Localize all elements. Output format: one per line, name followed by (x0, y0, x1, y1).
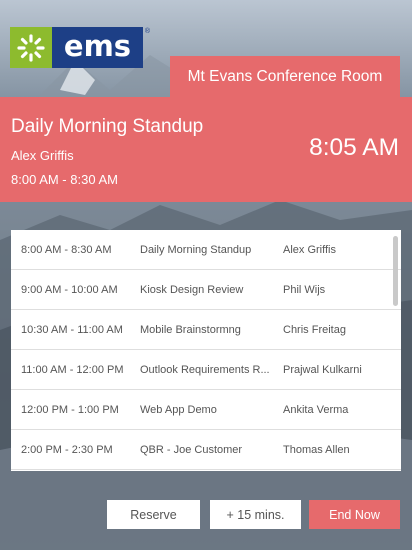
row-host: Phil Wijs (283, 284, 326, 296)
row-title: QBR - Joe Customer (140, 444, 243, 456)
end-now-button[interactable]: End Now (309, 500, 400, 529)
reserve-button[interactable]: Reserve (107, 500, 200, 529)
schedule-scrollbar[interactable] (393, 236, 398, 306)
extend-15-mins-button[interactable]: + 15 mins. (210, 500, 301, 529)
row-host: Prajwal Kulkarni (283, 364, 362, 376)
row-time: 10:30 AM - 11:00 AM (21, 324, 123, 336)
row-time: 2:00 PM - 2:30 PM (21, 444, 113, 456)
row-time: 12:00 PM - 1:00 PM (21, 404, 119, 416)
row-time: 8:00 AM - 8:30 AM (21, 244, 112, 256)
ems-wordmark: ems (52, 27, 143, 68)
current-meeting-title: Daily Morning Standup (11, 116, 204, 137)
row-host: Thomas Allen (283, 444, 350, 456)
row-title: Daily Morning Standup (140, 244, 252, 256)
row-host: Alex Griffis (283, 244, 336, 256)
schedule-row[interactable]: 8:00 AM - 8:30 AM Daily Morning Standup … (11, 230, 401, 270)
row-title: Outlook Requirements R... (140, 364, 270, 376)
row-time: 9:00 AM - 10:00 AM (21, 284, 118, 296)
current-meeting-banner: Daily Morning Standup Alex Griffis 8:00 … (0, 97, 412, 202)
schedule-row[interactable]: 10:30 AM - 11:00 AM Mobile Brainstormng … (11, 310, 401, 350)
schedule-list[interactable]: 8:00 AM - 8:30 AM Daily Morning Standup … (11, 230, 401, 471)
row-host: Chris Freitag (283, 324, 346, 336)
schedule-row[interactable]: 2:00 PM - 2:30 PM QBR - Joe Customer Tho… (11, 430, 401, 470)
row-host: Ankita Verma (283, 404, 349, 416)
ems-burst-icon (10, 27, 52, 68)
schedule-row[interactable]: 12:00 PM - 1:00 PM Web App Demo Ankita V… (11, 390, 401, 430)
row-time: 11:00 AM - 12:00 PM (21, 364, 124, 376)
schedule-row[interactable]: 11:00 AM - 12:00 PM Outlook Requirements… (11, 350, 401, 390)
current-meeting-host: Alex Griffis (11, 148, 74, 163)
current-clock: 8:05 AM (309, 134, 399, 161)
trademark-symbol: ® (144, 28, 150, 35)
row-title: Mobile Brainstormng (140, 324, 241, 336)
current-meeting-time: 8:00 AM - 8:30 AM (11, 172, 118, 187)
room-name-tab: Mt Evans Conference Room (170, 56, 400, 98)
row-title: Web App Demo (140, 404, 217, 416)
ems-logo: ems ® (10, 27, 150, 68)
row-title: Kiosk Design Review (140, 284, 244, 296)
schedule-row[interactable]: 9:00 AM - 10:00 AM Kiosk Design Review P… (11, 270, 401, 310)
